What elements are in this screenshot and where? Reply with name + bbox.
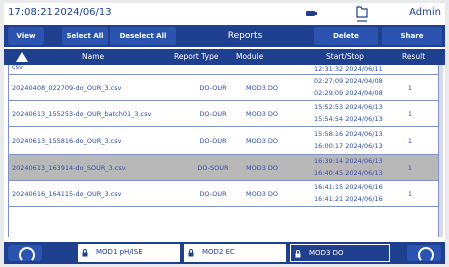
view-button[interactable]: View [8,27,44,45]
table-row-selected[interactable]: 20240613_163914-do_SOUR_3.csv DO-SOUR MO… [9,155,438,181]
page-title: Reports [227,31,263,41]
row-stop: 16:00:17 2024/06/13 [314,142,383,150]
device-screen: 17:08:21 2024/06/13 Admin View Select Al… [4,3,445,264]
row-report-type: DO-OUR [199,190,227,198]
table-row[interactable]: csv 12:31:32 2024/06/11 [9,65,438,75]
row-stop: 16:41:21 2024/06/16 [314,195,383,203]
row-stop: 15:54:54 2024/06/13 [314,115,383,123]
module-tab-2[interactable]: MOD2 EC [184,244,286,262]
row-module: MOD3 DO [245,190,279,198]
table-row[interactable]: 20240616_164115-do_OUR_3.csv DO-OUR MOD3… [9,181,438,207]
row-report-type: DO-OUR [199,137,227,145]
table-row[interactable]: 20240613_155816-do_OUR_3.csv DO-OUR MOD3… [9,127,438,155]
row-start: 12:31:32 2024/06/11 [314,65,383,73]
row-start: 16:41:15 2024/06/16 [314,183,383,191]
row-start: 15:52:53 2024/06/13 [314,103,383,111]
row-report-type: DO-SOUR [197,164,229,172]
row-start: 15:58:16 2024/06/13 [314,130,383,138]
row-module: MOD3 DO [245,137,279,145]
folder-icon[interactable] [355,4,369,22]
row-name: 20240613_155816-do_OUR_3.csv [12,137,122,145]
date: 2024/06/13 [54,7,112,18]
column-report-type[interactable]: Report Type [174,52,218,61]
table-row[interactable]: 20240408_022709-do_OUR_3.csv DO-OUR MOD3… [9,75,438,101]
module-tab-1[interactable]: MOD1 pH/ISE [78,244,180,262]
column-start-stop[interactable]: Start/Stop [326,52,364,61]
row-name: csv [12,65,23,71]
row-module: MOD3 DO [245,84,279,92]
deselect-all-button[interactable]: Deselect All [110,27,176,45]
table-row[interactable]: 20240613_155253-do_OUR_batch01_3.csv DO-… [9,101,438,127]
module-bar: MOD1 pH/ISE MOD2 EC MOD3 DO [4,242,445,264]
row-name: 20240408_022709-do_OUR_3.csv [12,84,122,92]
module-tab-3[interactable]: MOD3 DO [290,244,390,262]
lock-icon [188,249,194,257]
select-all-button[interactable]: Select All [62,27,108,45]
scrollbar[interactable] [439,65,443,237]
row-result: 1 [407,137,413,145]
status-bar: 17:08:21 2024/06/13 Admin [4,3,445,25]
row-result: 1 [407,110,413,118]
module-1-label: MOD1 pH/ISE [96,248,143,256]
row-report-type: DO-OUR [199,110,227,118]
module-2-label: MOD2 EC [202,248,235,256]
sort-ascending-icon[interactable] [16,52,28,62]
row-stop: 16:40:45 2024/06/13 [314,169,383,177]
row-module: MOD3 DO [245,164,279,172]
row-module: MOD3 DO [245,110,279,118]
row-result: 1 [407,84,413,92]
column-module[interactable]: Module [236,52,263,61]
clock: 17:08:21 [8,7,53,18]
column-result[interactable]: Result [402,52,425,61]
table-header: Name Report Type Module Start/Stop Resul… [4,49,445,65]
column-name[interactable]: Name [82,52,104,61]
row-name: 20240613_155253-do_OUR_batch01_3.csv [12,110,152,118]
user-label[interactable]: Admin [409,7,441,18]
row-result: 1 [407,164,413,172]
lock-icon [82,249,88,257]
row-start: 02:27:09 2024/04/08 [314,77,383,85]
lock-icon [295,250,301,258]
toolbar: View Select All Deselect All Reports Del… [4,25,445,47]
row-start: 16:39:14 2024/06/13 [314,157,383,165]
refresh-left-button[interactable] [8,245,42,263]
delete-button[interactable]: Delete [314,27,378,45]
row-report-type: DO-OUR [199,84,227,92]
row-result: 1 [407,190,413,198]
battery-icon [306,11,317,16]
row-name: 20240613_163914-do_SOUR_3.csv [12,164,126,172]
module-3-label: MOD3 DO [309,249,344,257]
report-list: csv 12:31:32 2024/06/11 20240408_022709-… [8,65,439,237]
row-name: 20240616_164115-do_OUR_3.csv [12,190,122,198]
row-stop: 02:29:09 2024/04/08 [314,89,383,97]
share-button[interactable]: Share [382,27,442,45]
refresh-right-button[interactable] [407,245,441,263]
